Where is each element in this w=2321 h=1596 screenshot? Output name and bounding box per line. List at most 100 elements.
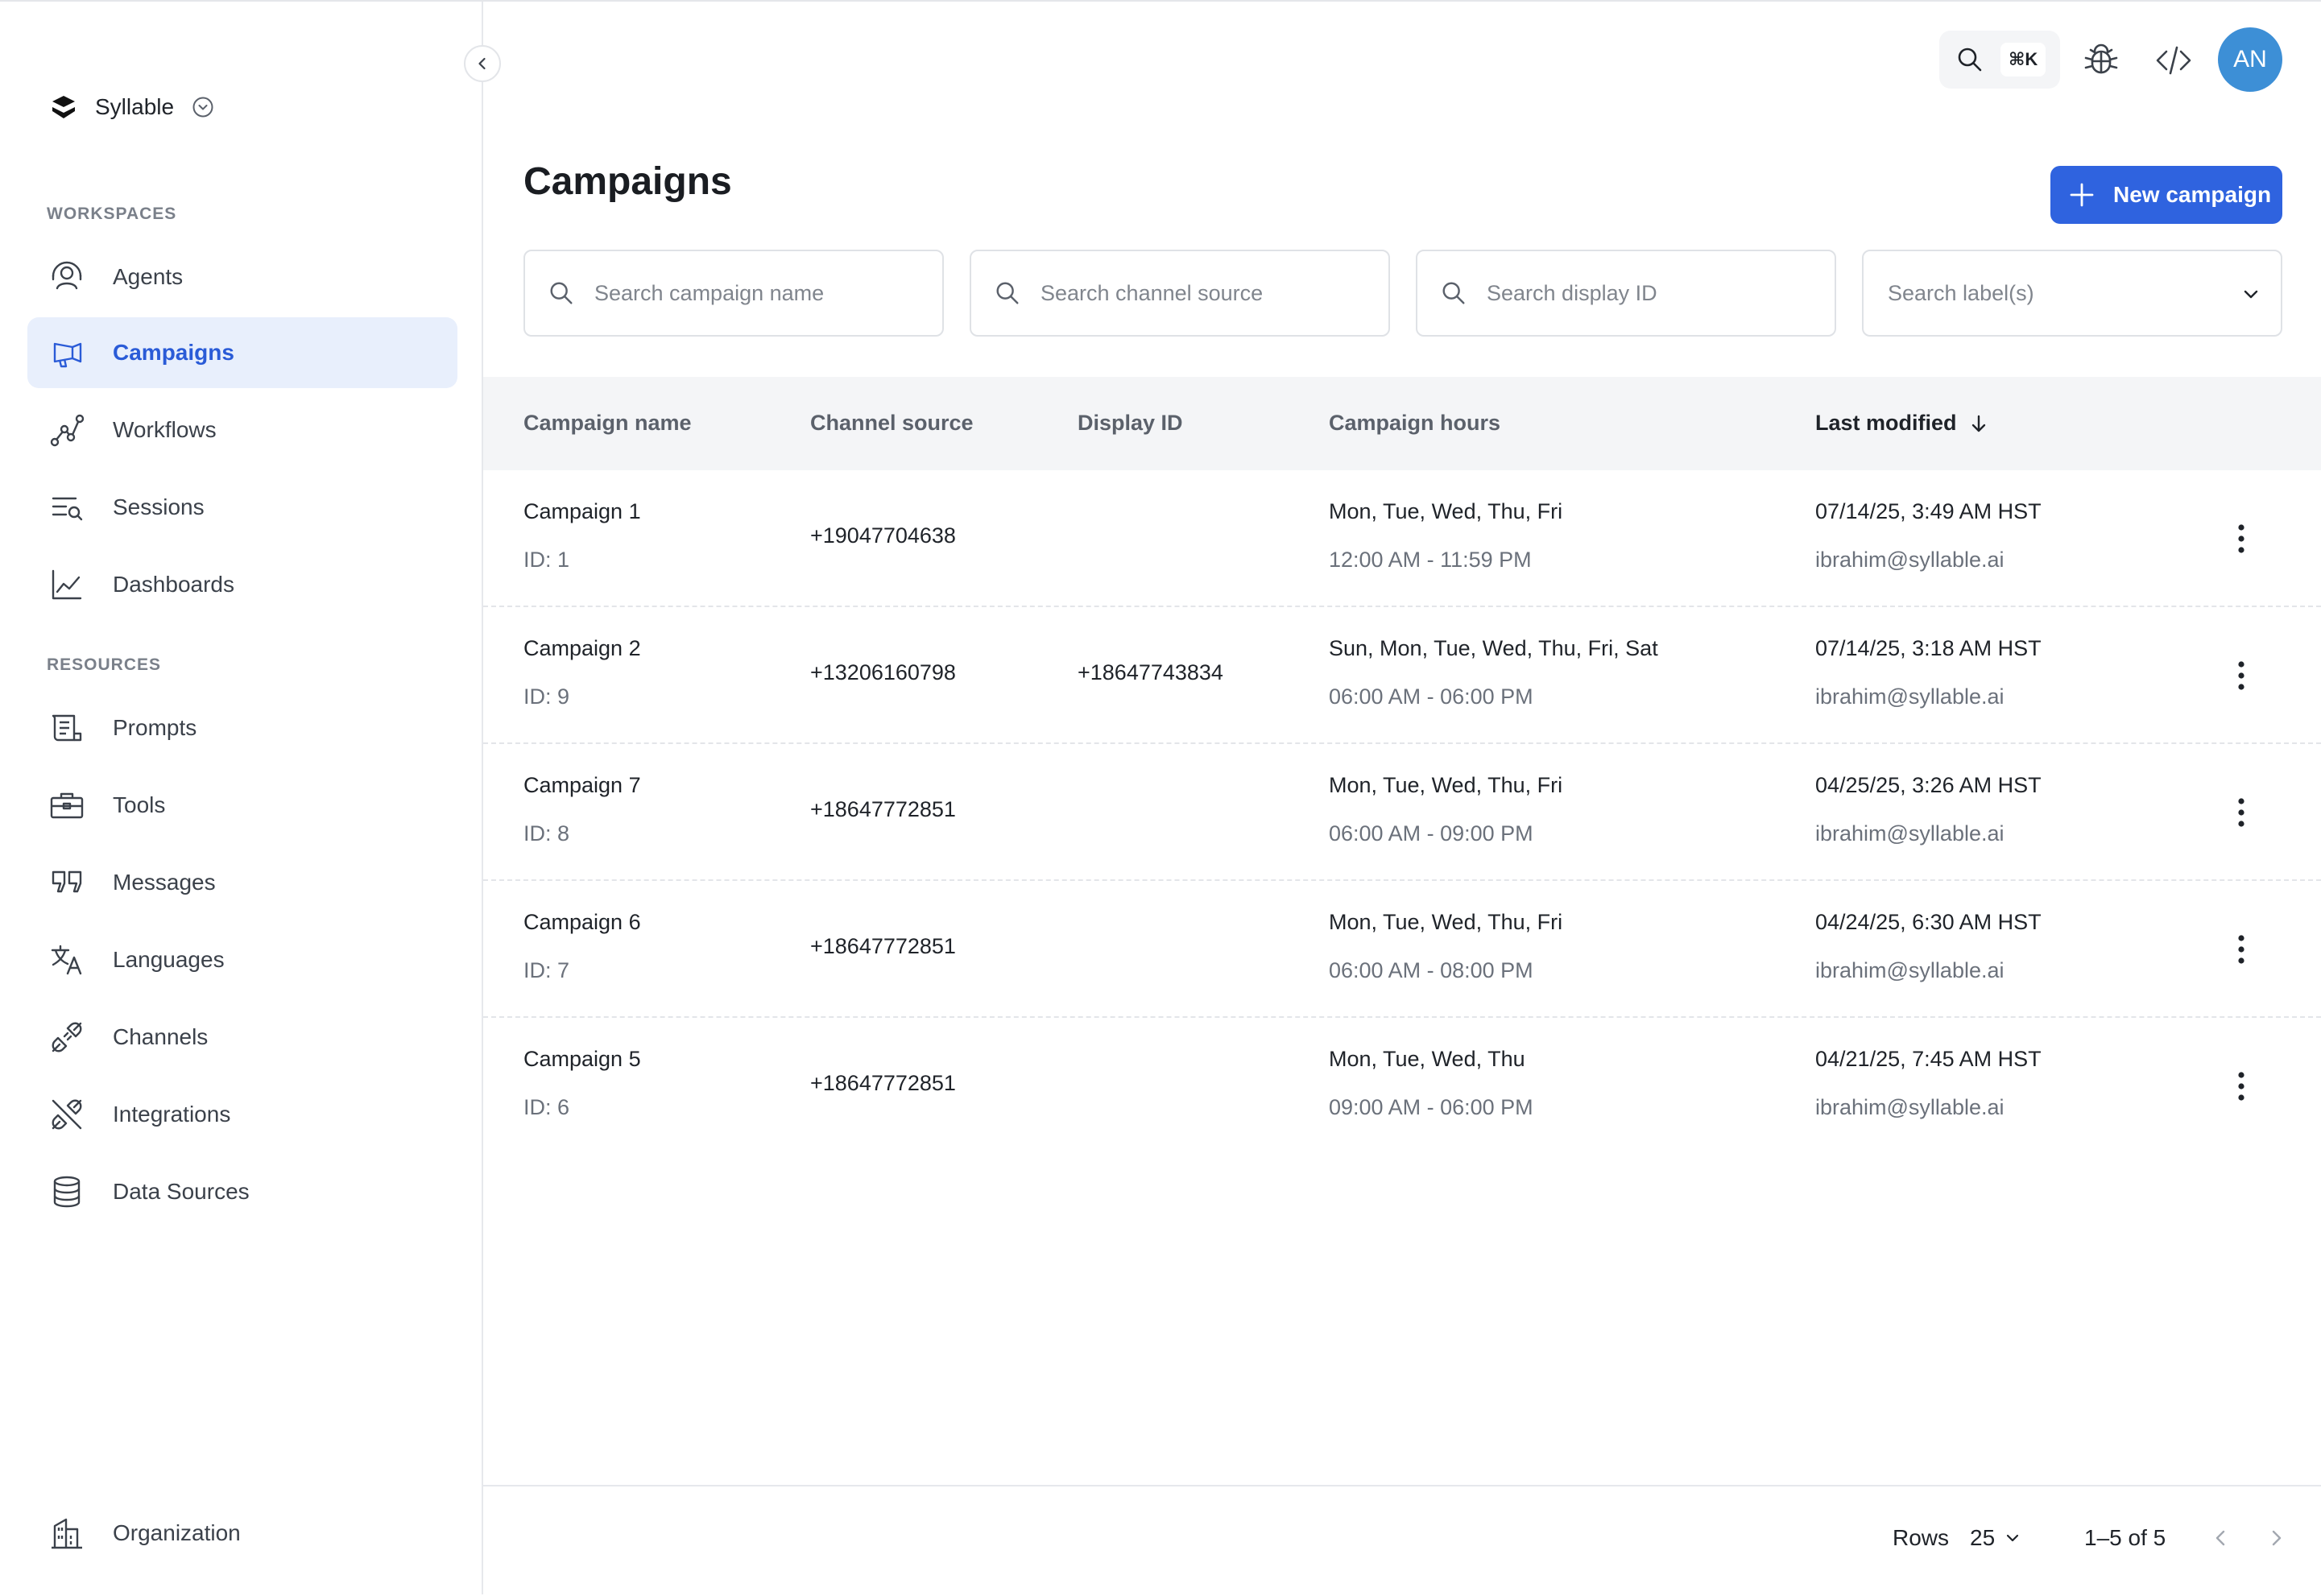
more-vertical-icon	[2238, 524, 2244, 553]
new-campaign-button[interactable]: New campaign	[2050, 166, 2282, 224]
sidebar-item-languages[interactable]: Languages	[27, 924, 457, 995]
display-id-search-input[interactable]	[1485, 279, 1810, 307]
column-header-display-id[interactable]: Display ID	[1078, 411, 1183, 436]
channel-source: +18647772851	[810, 1071, 956, 1095]
row-actions-button[interactable]	[2229, 1065, 2253, 1108]
languages-icon	[48, 941, 85, 978]
channel-source-filter[interactable]	[970, 250, 1390, 337]
main-content: ⌘K AN Campaigns New campaign Search camp…	[483, 2, 2321, 1594]
campaign-name[interactable]: Campaign 1	[523, 499, 641, 524]
chevron-down-circle-icon	[192, 97, 213, 118]
sidebar-item-label: Channels	[113, 1024, 209, 1049]
last-modified-by: ibrahim@syllable.ai	[1815, 1095, 2004, 1119]
row-actions-button[interactable]	[2229, 654, 2253, 697]
display-id-filter[interactable]	[1416, 250, 1836, 337]
campaign-name-search-input[interactable]	[593, 279, 918, 307]
column-header-channel-source[interactable]: Channel source	[810, 411, 974, 436]
new-campaign-label: New campaign	[2113, 182, 2272, 207]
sidebar-item-data-sources[interactable]: Data Sources	[27, 1156, 457, 1227]
next-page-button[interactable]	[2260, 1522, 2292, 1554]
tools-icon	[48, 787, 85, 824]
code-icon	[2156, 46, 2191, 75]
labels-filter-select[interactable]	[1862, 250, 2282, 337]
column-header-campaign-name[interactable]: Campaign name	[523, 411, 692, 436]
table-row[interactable]: Campaign 6 ID: 7 +18647772851 Mon, Tue, …	[483, 881, 2321, 1018]
search-icon	[1958, 48, 1982, 72]
row-actions-button[interactable]	[2229, 928, 2253, 971]
campaign-name[interactable]: Campaign 7	[523, 773, 641, 798]
more-vertical-icon	[2238, 661, 2244, 690]
workspace-switcher[interactable]: Syllable	[50, 93, 214, 121]
campaign-hours: 06:00 AM - 06:00 PM	[1329, 684, 1533, 709]
table-row[interactable]: Campaign 1 ID: 1 +19047704638 Mon, Tue, …	[483, 470, 2321, 607]
user-avatar[interactable]: AN	[2218, 27, 2282, 92]
sidebar-item-label: Agents	[113, 264, 184, 289]
campaigns-icon	[48, 334, 85, 371]
labels-search-input[interactable]	[1886, 279, 2211, 307]
bug-report-button[interactable]	[2079, 39, 2123, 82]
chevron-left-icon	[2216, 1530, 2225, 1546]
sidebar-item-integrations[interactable]: Integrations	[27, 1079, 457, 1150]
sidebar-item-organization[interactable]: Organization	[27, 1498, 457, 1569]
keyboard-shortcut-badge: ⌘K	[2000, 43, 2046, 76]
campaign-name[interactable]: Campaign 2	[523, 636, 641, 661]
sidebar-item-messages[interactable]: Messages	[27, 847, 457, 918]
sidebar-item-channels[interactable]: Channels	[27, 1002, 457, 1073]
section-label-workspaces: WORKSPACES	[47, 205, 177, 223]
column-header-campaign-hours[interactable]: Campaign hours	[1329, 411, 1500, 436]
arrow-down-icon	[1971, 415, 1985, 432]
sidebar-item-tools[interactable]: Tools	[27, 770, 457, 841]
campaign-name[interactable]: Campaign 6	[523, 910, 641, 935]
campaign-days: Sun, Mon, Tue, Wed, Thu, Fri, Sat	[1329, 636, 1658, 660]
sidebar-item-label: Sessions	[113, 494, 205, 519]
collapse-sidebar-button[interactable]	[464, 45, 501, 82]
row-actions-button[interactable]	[2229, 517, 2253, 560]
sidebar-item-label: Organization	[113, 1520, 241, 1545]
table-row[interactable]: Campaign 7 ID: 8 +18647772851 Mon, Tue, …	[483, 744, 2321, 881]
rows-per-page-select[interactable]: 25	[1970, 1525, 2022, 1551]
sidebar-item-dashboards[interactable]: Dashboards	[27, 549, 457, 620]
last-modified-date: 07/14/25, 3:18 AM HST	[1815, 636, 2042, 660]
prompts-icon	[48, 709, 85, 746]
previous-page-button[interactable]	[2205, 1522, 2237, 1554]
more-vertical-icon	[2238, 798, 2244, 827]
messages-icon	[48, 864, 85, 901]
last-modified-date: 07/14/25, 3:49 AM HST	[1815, 499, 2042, 523]
display-id: +18647743834	[1078, 660, 1223, 684]
campaign-hours: 06:00 AM - 09:00 PM	[1329, 821, 1533, 846]
campaign-days: Mon, Tue, Wed, Thu, Fri	[1329, 773, 1563, 797]
rows-per-page-value: 25	[1970, 1525, 1996, 1550]
developer-tools-button[interactable]	[2152, 39, 2195, 82]
campaign-name-filter[interactable]	[523, 250, 944, 337]
table-row[interactable]: Campaign 5 ID: 6 +18647772851 Mon, Tue, …	[483, 1018, 2321, 1155]
sidebar-item-sessions[interactable]: Sessions	[27, 472, 457, 543]
workflows-icon	[48, 411, 85, 449]
sidebar-item-label: Tools	[113, 792, 166, 817]
sidebar-item-label: Workflows	[113, 417, 217, 442]
global-search-button[interactable]: ⌘K	[1939, 31, 2060, 89]
sidebar-item-prompts[interactable]: Prompts	[27, 693, 457, 763]
campaign-name[interactable]: Campaign 5	[523, 1047, 641, 1072]
channel-source-search-input[interactable]	[1039, 279, 1364, 307]
channel-source: +18647772851	[810, 797, 956, 821]
chevron-down-icon	[2239, 282, 2263, 310]
campaign-id: ID: 1	[523, 548, 570, 572]
campaign-days: Mon, Tue, Wed, Thu, Fri	[1329, 499, 1563, 523]
bug-icon	[2084, 43, 2118, 74]
column-header-last-modified[interactable]: Last modified	[1815, 411, 1989, 436]
organization-icon	[48, 1515, 85, 1552]
sidebar-item-label: Dashboards	[113, 572, 234, 597]
plus-icon	[2070, 183, 2094, 207]
sidebar: Syllable WORKSPACES Agents Campaigns Wor…	[0, 2, 501, 1594]
pagination-footer: Rows 25 1–5 of 5	[483, 1485, 2321, 1596]
sidebar-item-agents[interactable]: Agents	[27, 242, 457, 312]
table-row[interactable]: Campaign 2 ID: 9 +13206160798 +186477438…	[483, 607, 2321, 744]
app-window: Syllable WORKSPACES Agents Campaigns Wor…	[0, 0, 2321, 1594]
last-modified-by: ibrahim@syllable.ai	[1815, 821, 2004, 846]
sidebar-item-workflows[interactable]: Workflows	[27, 395, 457, 465]
sidebar-item-campaigns[interactable]: Campaigns	[27, 317, 457, 388]
row-actions-button[interactable]	[2229, 791, 2253, 834]
sessions-icon	[48, 489, 85, 526]
channel-source: +18647772851	[810, 934, 956, 958]
data-sources-icon	[48, 1173, 85, 1210]
